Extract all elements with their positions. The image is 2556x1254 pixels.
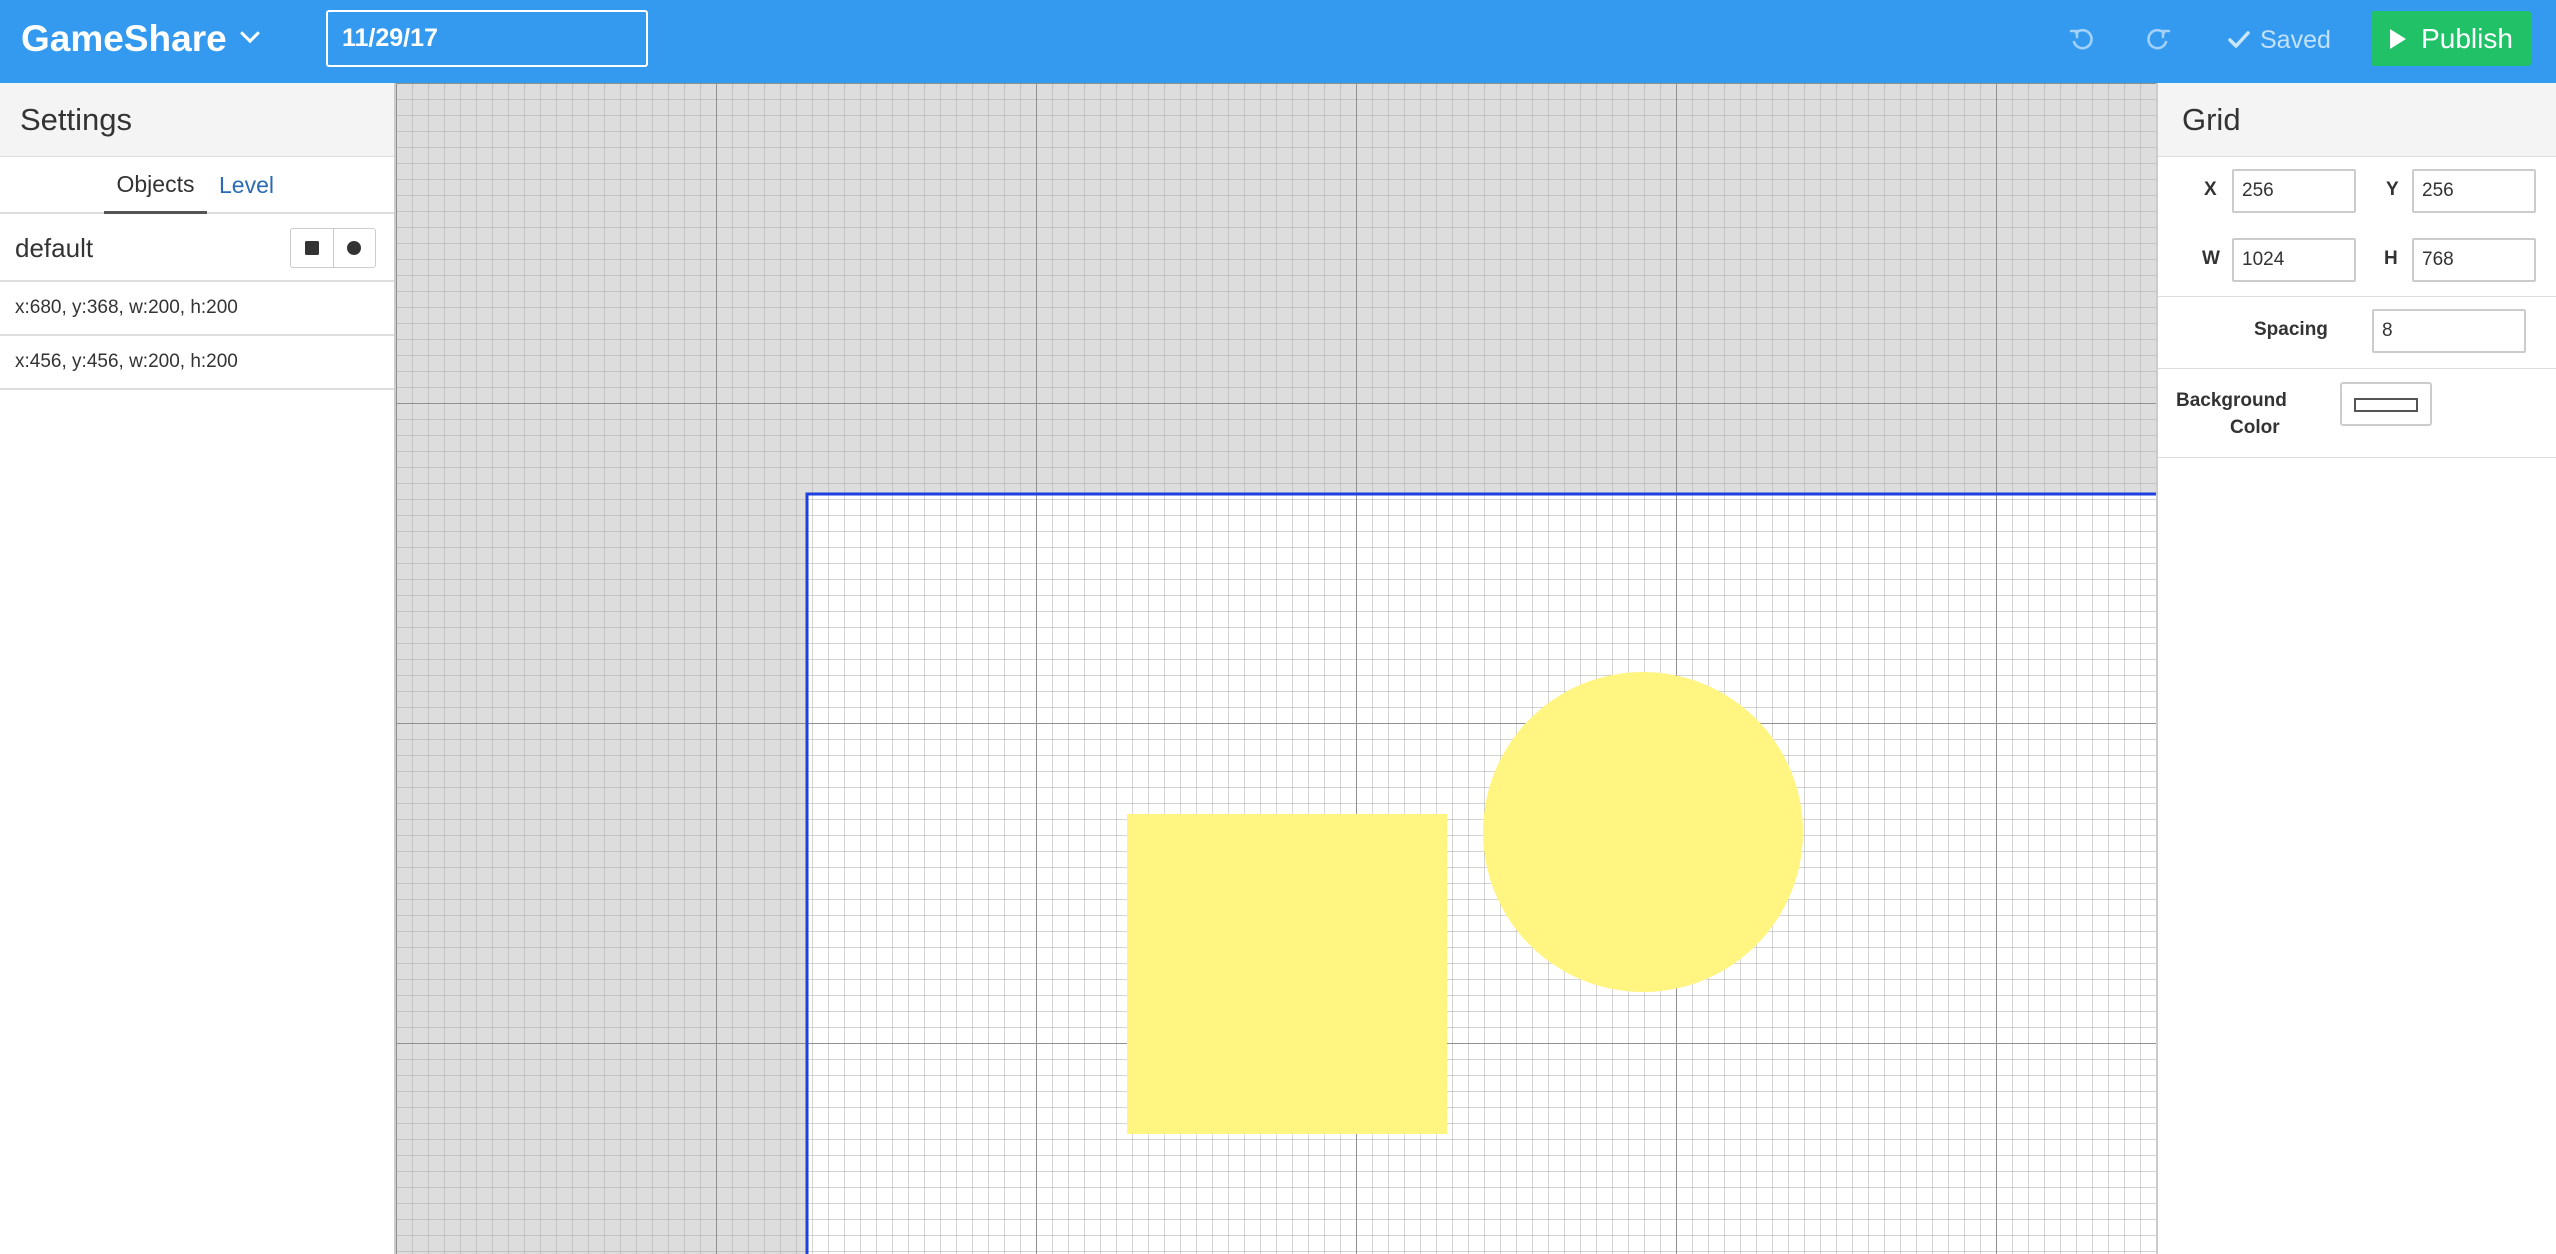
- background-color-label: Color: [2230, 417, 2280, 438]
- tab-objects[interactable]: Objects: [104, 157, 207, 214]
- grid-canvas[interactable]: [396, 83, 2156, 1254]
- add-shape-group: [290, 228, 376, 268]
- spacing-label: Spacing: [2254, 319, 2328, 340]
- saved-status: Saved: [2228, 18, 2331, 62]
- divider: [2158, 368, 2556, 369]
- add-circle-button[interactable]: [332, 229, 375, 267]
- brand-name: GameShare: [21, 18, 227, 59]
- publish-label: Publish: [2421, 22, 2513, 54]
- saved-label: Saved: [2260, 25, 2331, 54]
- settings-tabs: Objects Level: [0, 157, 394, 214]
- divider: [2158, 457, 2556, 458]
- undo-icon: [2069, 28, 2093, 50]
- w-label: W: [2202, 248, 2220, 269]
- background-color-label: Background: [2176, 390, 2287, 411]
- h-input[interactable]: [2412, 238, 2536, 282]
- chevron-down-icon: [239, 23, 260, 44]
- h-label: H: [2384, 248, 2398, 269]
- divider: [2158, 296, 2556, 297]
- play-icon: [2390, 28, 2407, 49]
- settings-header: Settings: [0, 83, 394, 157]
- y-label: Y: [2386, 179, 2399, 200]
- redo-icon: [2147, 28, 2171, 50]
- spacing-input[interactable]: [2372, 309, 2526, 353]
- square-icon: [304, 241, 319, 255]
- color-swatch-preview: [2354, 398, 2418, 412]
- x-input[interactable]: [2232, 169, 2356, 213]
- object-list-item-circle[interactable]: x:456, y:456, w:200, h:200: [0, 336, 394, 390]
- top-bar: GameShare Saved Publish: [0, 0, 2556, 83]
- grid-panel: Grid X Y W H Spacing Background Color: [2156, 83, 2556, 1254]
- undo-button[interactable]: [2060, 18, 2104, 62]
- grid-header: Grid: [2158, 83, 2556, 157]
- object-square[interactable]: [1127, 814, 1447, 1134]
- publish-button[interactable]: Publish: [2371, 11, 2531, 66]
- check-icon: [2228, 31, 2250, 48]
- y-input[interactable]: [2412, 169, 2536, 213]
- level-canvas[interactable]: [396, 83, 2156, 1254]
- background-color-picker[interactable]: [2340, 382, 2432, 426]
- layer-name: default: [15, 232, 94, 263]
- game-title-input[interactable]: [326, 10, 648, 67]
- circle-icon: [347, 241, 362, 255]
- tab-level[interactable]: Level: [219, 157, 274, 214]
- w-input[interactable]: [2232, 238, 2356, 282]
- layer-row: default: [0, 214, 394, 282]
- x-label: X: [2204, 179, 2217, 200]
- redo-button[interactable]: [2136, 18, 2180, 62]
- brand-menu[interactable]: GameShare: [21, 16, 260, 62]
- add-square-button[interactable]: [291, 229, 333, 267]
- settings-panel: Settings Objects Level default x:680, y:…: [0, 83, 396, 1254]
- object-list-item-square[interactable]: x:680, y:368, w:200, h:200: [0, 282, 394, 336]
- object-circle[interactable]: [1483, 672, 1803, 992]
